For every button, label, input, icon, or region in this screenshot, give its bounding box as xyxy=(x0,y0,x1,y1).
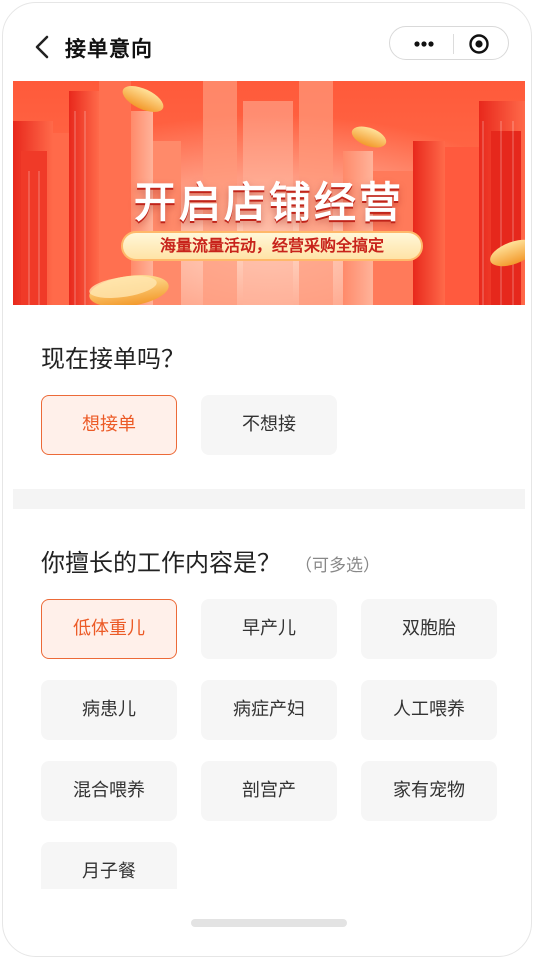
multi-select-hint: （可多选） xyxy=(295,556,380,576)
option-premature[interactable]: 早产儿 xyxy=(201,599,337,659)
option-has-pets[interactable]: 家有宠物 xyxy=(361,761,497,821)
option-c-section[interactable]: 剖宫产 xyxy=(201,761,337,821)
option-low-birth-weight[interactable]: 低体重儿 xyxy=(41,599,177,659)
promo-banner[interactable]: 开启店铺经营 海量流量活动，经营采购全搞定 xyxy=(13,81,525,305)
target-icon[interactable] xyxy=(468,33,490,55)
option-confinement-meals[interactable]: 月子餐 xyxy=(41,842,177,889)
option-mixed-feeding[interactable]: 混合喂养 xyxy=(41,761,177,821)
home-indicator xyxy=(191,919,347,927)
page-title: 接单意向 xyxy=(65,37,153,61)
nav-bar: 接单意向 xyxy=(3,3,531,81)
option-twins[interactable]: 双胞胎 xyxy=(361,599,497,659)
option-want-accept[interactable]: 想接单 xyxy=(41,395,177,455)
option-sick-mother[interactable]: 病症产妇 xyxy=(201,680,337,740)
more-dots-icon[interactable] xyxy=(412,35,436,53)
section-divider xyxy=(13,489,525,509)
question-skills-label: 你擅长的工作内容是？ xyxy=(41,549,281,577)
back-chevron-icon[interactable] xyxy=(31,33,55,61)
banner-title: 开启店铺经营 xyxy=(133,178,404,227)
skills-options-grid: 低体重儿 早产儿 双胞胎 病患儿 病症产妇 人工喂养 混合喂养 剖宫产 家有宠物… xyxy=(3,591,531,889)
phone-frame: 接单意向 开启店铺经营 海量流量活动，经营采购全搞定 现在接单吗？ 想接单 不想… xyxy=(2,2,532,957)
question-accept-orders: 现在接单吗？ xyxy=(41,345,185,373)
option-not-accept[interactable]: 不想接 xyxy=(201,395,337,455)
capsule-divider xyxy=(453,34,454,54)
option-sick-child[interactable]: 病患儿 xyxy=(41,680,177,740)
mini-program-capsule xyxy=(389,26,509,60)
banner-subtitle: 海量流量活动，经营采购全搞定 xyxy=(121,231,423,261)
option-formula-feeding[interactable]: 人工喂养 xyxy=(361,680,497,740)
question-skills: 你擅长的工作内容是？ （可多选） xyxy=(41,543,380,578)
